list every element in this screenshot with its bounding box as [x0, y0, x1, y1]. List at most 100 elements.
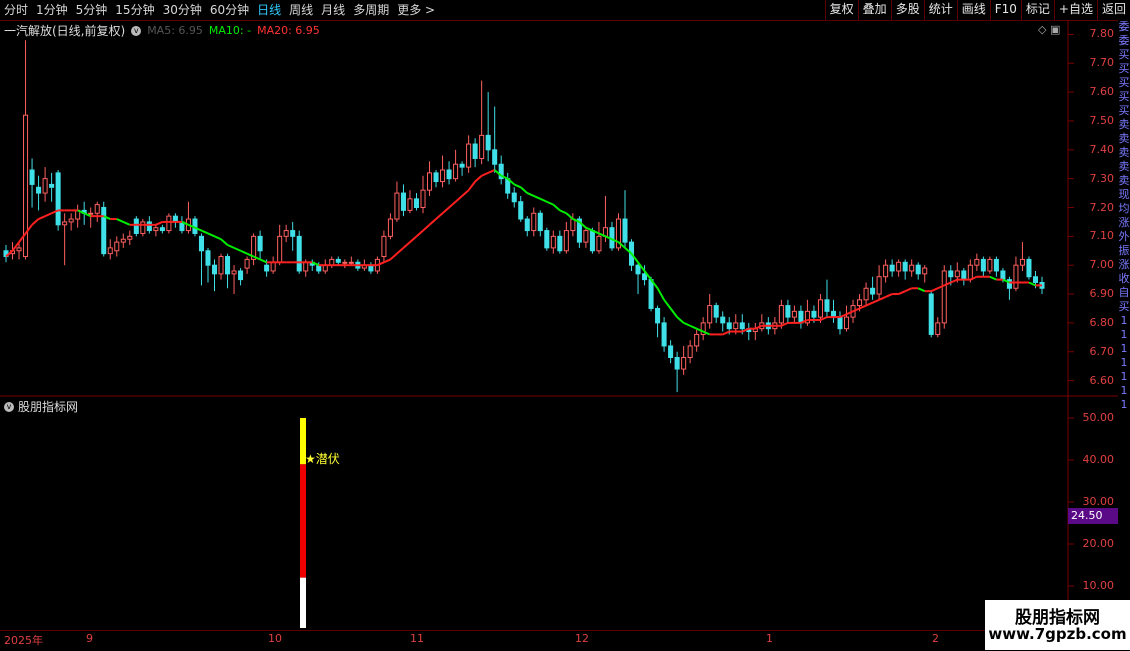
- indicator-legend: v 股朋指标网: [4, 398, 78, 415]
- candle-body: [668, 345, 674, 359]
- candle-body: [694, 333, 700, 347]
- candle-body: [544, 230, 550, 249]
- candle-body: [420, 189, 426, 208]
- candle-body: [407, 198, 413, 211]
- candle-body: [101, 207, 107, 255]
- date-label: 10: [268, 632, 282, 645]
- indicator-tick: 30.00: [1082, 495, 1115, 508]
- tab-2[interactable]: 5分钟: [72, 0, 112, 20]
- ma-segment: [904, 287, 913, 293]
- ma-segment: [565, 212, 574, 220]
- candle-body: [661, 322, 667, 347]
- candle-body: [733, 322, 739, 330]
- tool-button-1[interactable]: 叠加: [857, 0, 891, 20]
- side-char: 卖: [1118, 174, 1130, 187]
- ma-segment: [663, 299, 672, 310]
- ma-segment: [546, 200, 554, 206]
- candle-body: [381, 235, 387, 258]
- tool-button-5[interactable]: F10: [989, 0, 1021, 20]
- candle-body: [811, 310, 817, 318]
- date-label: 11: [410, 632, 424, 645]
- chevron-down-icon[interactable]: v: [4, 401, 14, 412]
- candle-body: [68, 218, 74, 223]
- tool-button-6[interactable]: 标记: [1020, 0, 1054, 20]
- ma-segment: [116, 218, 124, 223]
- candle-body: [120, 238, 126, 243]
- tool-button-3[interactable]: 统计: [923, 0, 957, 20]
- ma-segment: [950, 278, 958, 284]
- signal-bar-segment: [300, 577, 306, 628]
- kline-chart[interactable]: [0, 20, 1118, 650]
- tab-6[interactable]: 日线: [253, 0, 285, 20]
- ma-segment: [428, 218, 437, 226]
- candle-body: [225, 256, 231, 275]
- tab-8[interactable]: 月线: [317, 0, 349, 20]
- candle-body: [785, 305, 791, 318]
- indicator-tick: 20.00: [1082, 537, 1115, 550]
- candle-body: [55, 172, 61, 226]
- tab-10[interactable]: 更多 >: [393, 0, 439, 20]
- side-char: 振: [1118, 244, 1130, 257]
- ma-segment: [155, 221, 163, 226]
- candle-body: [518, 201, 524, 220]
- candle-body: [583, 230, 589, 243]
- candle-body: [524, 218, 530, 232]
- candle-body: [433, 172, 439, 183]
- tool-button-4[interactable]: 画线: [956, 0, 990, 20]
- candle-body: [485, 134, 491, 151]
- tab-4[interactable]: 30分钟: [159, 0, 206, 20]
- candle-body: [967, 264, 973, 281]
- candle-body: [726, 322, 732, 330]
- ma-segment: [533, 195, 541, 200]
- candle-body: [453, 163, 459, 180]
- candle-body: [563, 230, 569, 252]
- candle-body: [948, 270, 954, 278]
- side-char: 收: [1118, 272, 1130, 285]
- tab-5[interactable]: 60分钟: [206, 0, 253, 20]
- indicator-scale: 50.00 40.00 30.00 20.00 10.00: [1068, 0, 1118, 630]
- candle-body: [557, 235, 563, 252]
- side-char: 买: [1118, 48, 1130, 61]
- tab-3[interactable]: 15分钟: [111, 0, 158, 20]
- ma-segment: [467, 180, 476, 191]
- candle-body: [257, 235, 263, 252]
- tool-button-0[interactable]: 复权: [824, 0, 858, 20]
- candle-body: [446, 169, 452, 180]
- side-char: 1: [1120, 342, 1128, 355]
- date-label: 12: [575, 632, 589, 645]
- tab-7[interactable]: 周线: [285, 0, 317, 20]
- candle-body: [791, 310, 797, 318]
- candle-body: [961, 270, 967, 281]
- candle-body: [94, 204, 100, 214]
- side-char: 涨: [1118, 216, 1130, 229]
- candle-body: [205, 250, 211, 266]
- side-char: 现: [1118, 188, 1130, 201]
- side-char: 卖: [1118, 118, 1130, 131]
- ma-segment: [448, 200, 457, 209]
- tab-0[interactable]: 分时: [0, 0, 32, 20]
- tab-1[interactable]: 1分钟: [32, 0, 72, 20]
- ma-segment: [227, 244, 235, 249]
- candle-body: [902, 261, 908, 272]
- side-char: 1: [1120, 356, 1128, 369]
- candle-body: [1026, 258, 1032, 278]
- candle-body: [739, 322, 745, 330]
- ma-segment: [422, 224, 431, 232]
- candle-body: [883, 264, 889, 278]
- tab-9[interactable]: 多周期: [349, 0, 393, 20]
- indicator-tick: 10.00: [1082, 579, 1115, 592]
- candle-body: [622, 218, 628, 243]
- candle-body: [36, 186, 42, 194]
- side-char: 自: [1118, 286, 1130, 299]
- candle-body: [980, 258, 986, 272]
- side-char: 买: [1118, 76, 1130, 89]
- candle-body: [531, 212, 537, 232]
- candle-body: [140, 221, 146, 234]
- candle-body: [88, 212, 94, 215]
- candle-body: [277, 235, 283, 263]
- side-char: 1: [1120, 384, 1128, 397]
- candle-body: [798, 310, 804, 324]
- tool-button-2[interactable]: 多股: [890, 0, 924, 20]
- candle-body: [817, 299, 823, 318]
- ma-segment: [689, 324, 698, 330]
